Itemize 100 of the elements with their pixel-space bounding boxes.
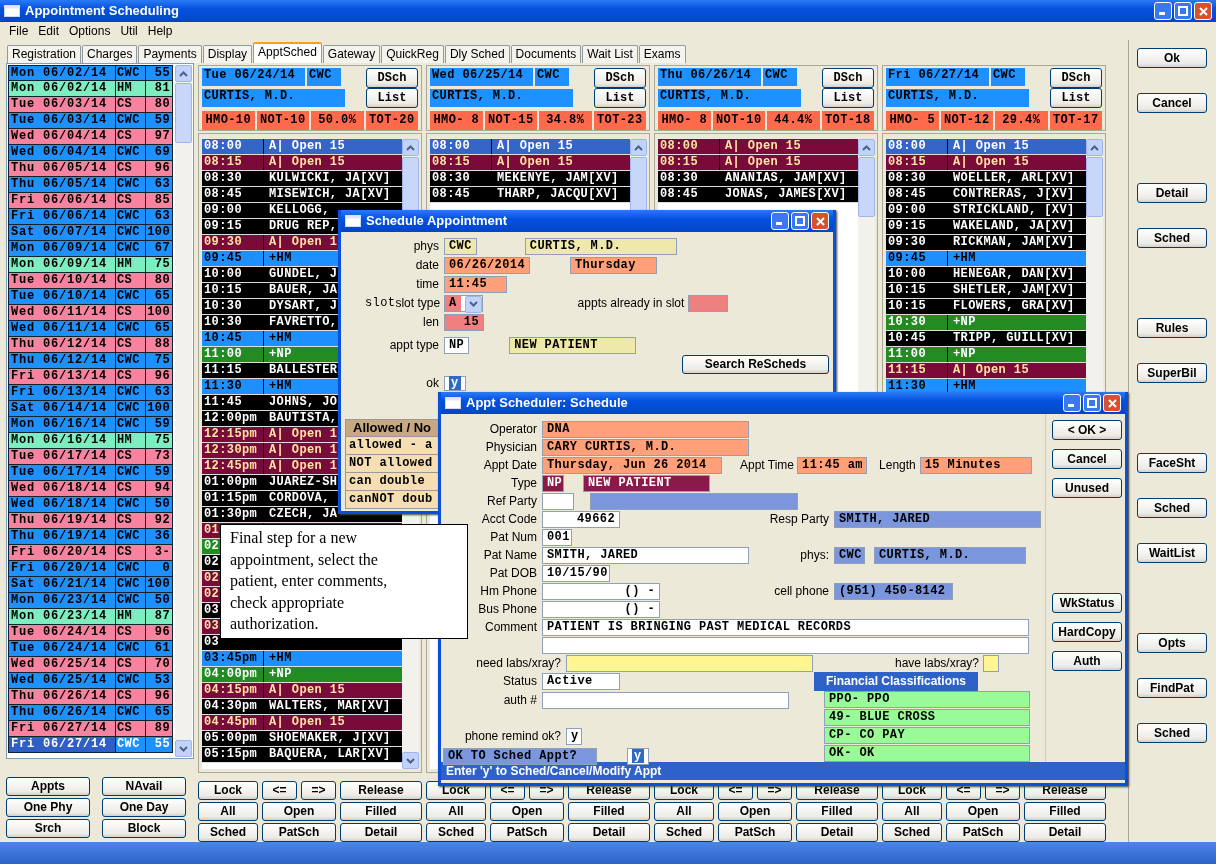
slot-row[interactable]: 11:15 A| Open 15 xyxy=(886,363,1086,379)
button[interactable]: Detail xyxy=(1024,823,1106,842)
input-field[interactable]: () - xyxy=(542,600,660,618)
minimize-button[interactable] xyxy=(771,212,789,230)
button[interactable]: FaceSht xyxy=(1137,453,1207,473)
input-field[interactable]: PATIENT IS BRINGING PAST MEDICAL RECORDS xyxy=(542,618,1029,636)
close-button[interactable] xyxy=(1194,2,1212,20)
button[interactable]: Open xyxy=(490,802,564,821)
input-field[interactable]: y xyxy=(566,727,582,745)
button[interactable]: Sched xyxy=(198,823,258,842)
button[interactable]: DSch xyxy=(594,68,646,88)
button[interactable]: Release xyxy=(340,781,422,800)
scroll-thumb[interactable] xyxy=(858,157,875,217)
date-list-item[interactable]: Thu 06/05/14 CS 96 xyxy=(8,161,173,177)
slot-row[interactable]: 09:15 WAKELAND, JA[XV] xyxy=(886,219,1086,235)
input-field[interactable]: NP xyxy=(444,336,470,354)
button[interactable]: Filled xyxy=(796,802,878,821)
close-button[interactable] xyxy=(811,212,829,230)
date-list-item[interactable]: Fri 06/06/14 CWC 63 xyxy=(8,209,173,225)
date-list-item[interactable]: Tue 06/10/14 CS 80 xyxy=(8,273,173,289)
tab[interactable]: Dly Sched xyxy=(444,44,510,63)
slot-row[interactable]: 08:15 A| Open 15 xyxy=(430,155,630,171)
button[interactable]: All xyxy=(654,802,714,821)
input-field[interactable]: Thursday, Jun 26 2014 xyxy=(542,456,722,474)
date-list-item[interactable]: Mon 06/23/14 HM 87 xyxy=(8,609,173,625)
input-field[interactable] xyxy=(542,492,574,510)
button[interactable]: Detail xyxy=(796,823,878,842)
date-list-item[interactable]: Fri 06/06/14 CS 85 xyxy=(8,193,173,209)
slot-row[interactable]: 10:15 FLOWERS, GRA[XV] xyxy=(886,299,1086,315)
button[interactable]: List xyxy=(822,88,874,108)
button[interactable]: All xyxy=(198,802,258,821)
button[interactable]: Search ReScheds xyxy=(682,354,829,374)
button[interactable]: NAvail xyxy=(102,777,186,796)
scroll-up-button[interactable] xyxy=(630,139,647,156)
input-field[interactable]: NEW PATIENT xyxy=(509,336,637,354)
slot-row[interactable]: 09:30 RICKMAN, JAM[XV] xyxy=(886,235,1086,251)
button[interactable]: DSch xyxy=(822,68,874,88)
button[interactable]: PatSch xyxy=(718,823,792,842)
button[interactable]: Srch xyxy=(6,819,90,838)
button[interactable]: Block xyxy=(102,819,186,838)
button[interactable]: One Day xyxy=(102,798,186,817)
button[interactable]: Sched xyxy=(1137,723,1207,743)
slot-row[interactable]: 08:00 A| Open 15 xyxy=(202,139,402,155)
input-field[interactable]: y xyxy=(444,375,466,391)
slot-row[interactable]: 09:00 STRICKLAND, [XV] xyxy=(886,203,1086,219)
button[interactable]: FindPat xyxy=(1137,678,1207,698)
button[interactable]: List xyxy=(594,88,646,108)
date-list-item[interactable]: Wed 06/11/14 CS 100 xyxy=(8,305,173,321)
date-list-item[interactable]: Thu 06/12/14 CS 88 xyxy=(8,337,173,353)
slot-row[interactable]: 08:30 KULWICKI, JA[XV] xyxy=(202,171,402,187)
date-list-item[interactable]: Mon 06/09/14 HM 75 xyxy=(8,257,173,273)
maximize-button[interactable] xyxy=(1083,394,1101,412)
slot-row[interactable]: 05:00pm SHOEMAKER, J[XV] xyxy=(202,731,402,747)
slot-row[interactable]: 05:15pm BAQUERA, LAR[XV] xyxy=(202,747,402,763)
button[interactable]: <= xyxy=(262,781,297,800)
scroll-up-button[interactable] xyxy=(858,139,875,156)
button[interactable]: One Phy xyxy=(6,798,90,817)
date-list-item[interactable]: Tue 06/03/14 CWC 59 xyxy=(8,113,173,129)
button[interactable]: PatSch xyxy=(262,823,336,842)
slot-row[interactable]: 04:30pm WALTERS, MAR[XV] xyxy=(202,699,402,715)
date-list-item[interactable]: Mon 06/16/14 HM 75 xyxy=(8,433,173,449)
button[interactable]: Sched xyxy=(426,823,486,842)
slot-row[interactable]: 08:15 A| Open 15 xyxy=(658,155,858,171)
button[interactable]: Open xyxy=(718,802,792,821)
date-list-item[interactable]: Fri 06/27/14 CS 89 xyxy=(8,721,173,737)
tab[interactable]: Gateway xyxy=(322,44,381,63)
dropdown[interactable]: A xyxy=(444,294,483,312)
date-list-item[interactable]: Sat 06/14/14 CWC 100 xyxy=(8,401,173,417)
date-list-item[interactable]: Mon 06/02/14 HM 81 xyxy=(8,81,173,97)
scroll-down-button[interactable] xyxy=(402,752,419,769)
input-field[interactable]: SMITH, JARED xyxy=(542,546,749,564)
button[interactable]: Sched xyxy=(882,823,942,842)
date-list-item[interactable]: Mon 06/23/14 CWC 50 xyxy=(8,593,173,609)
minimize-button[interactable] xyxy=(1154,2,1172,20)
tab[interactable]: ApptSched xyxy=(253,41,322,63)
menu-item[interactable]: Help xyxy=(142,23,178,39)
tab[interactable]: Registration xyxy=(7,44,82,63)
date-list-item[interactable]: Sat 06/21/14 CWC 100 xyxy=(8,577,173,593)
input-field[interactable]: 11:45 xyxy=(444,275,507,293)
date-list-item[interactable]: Wed 06/04/14 CS 97 xyxy=(8,129,173,145)
slot-row[interactable]: 08:00 A| Open 15 xyxy=(886,139,1086,155)
input-field[interactable] xyxy=(688,294,729,312)
date-list-item[interactable]: Sat 06/07/14 CWC 100 xyxy=(8,225,173,241)
date-list-item[interactable]: Thu 06/19/14 CWC 36 xyxy=(8,529,173,545)
slot-row[interactable]: 08:45 CONTRERAS, J[XV] xyxy=(886,187,1086,203)
slot-row[interactable]: 08:30 MEKENYE, JAM[XV] xyxy=(430,171,630,187)
input-field[interactable]: CURTIS, M.D. xyxy=(874,546,1026,564)
date-list-item[interactable]: Tue 06/10/14 CWC 65 xyxy=(8,289,173,305)
input-field[interactable]: OK TO Sched Appt? xyxy=(443,747,597,765)
slot-row[interactable]: 08:00 A| Open 15 xyxy=(430,139,630,155)
date-list-item[interactable]: Fri 06/27/14 CWC 55 xyxy=(8,737,173,753)
button[interactable]: Cancel xyxy=(1052,449,1122,469)
button[interactable]: Cancel xyxy=(1137,93,1207,113)
button[interactable]: All xyxy=(426,802,486,821)
input-field[interactable] xyxy=(590,492,798,510)
button[interactable]: Detail xyxy=(340,823,422,842)
slot-row[interactable]: 04:00pm +NP xyxy=(202,667,402,683)
date-list-item[interactable]: Mon 06/09/14 CWC 67 xyxy=(8,241,173,257)
button[interactable]: Unused xyxy=(1052,478,1122,498)
date-list-item[interactable]: Wed 06/11/14 CWC 65 xyxy=(8,321,173,337)
